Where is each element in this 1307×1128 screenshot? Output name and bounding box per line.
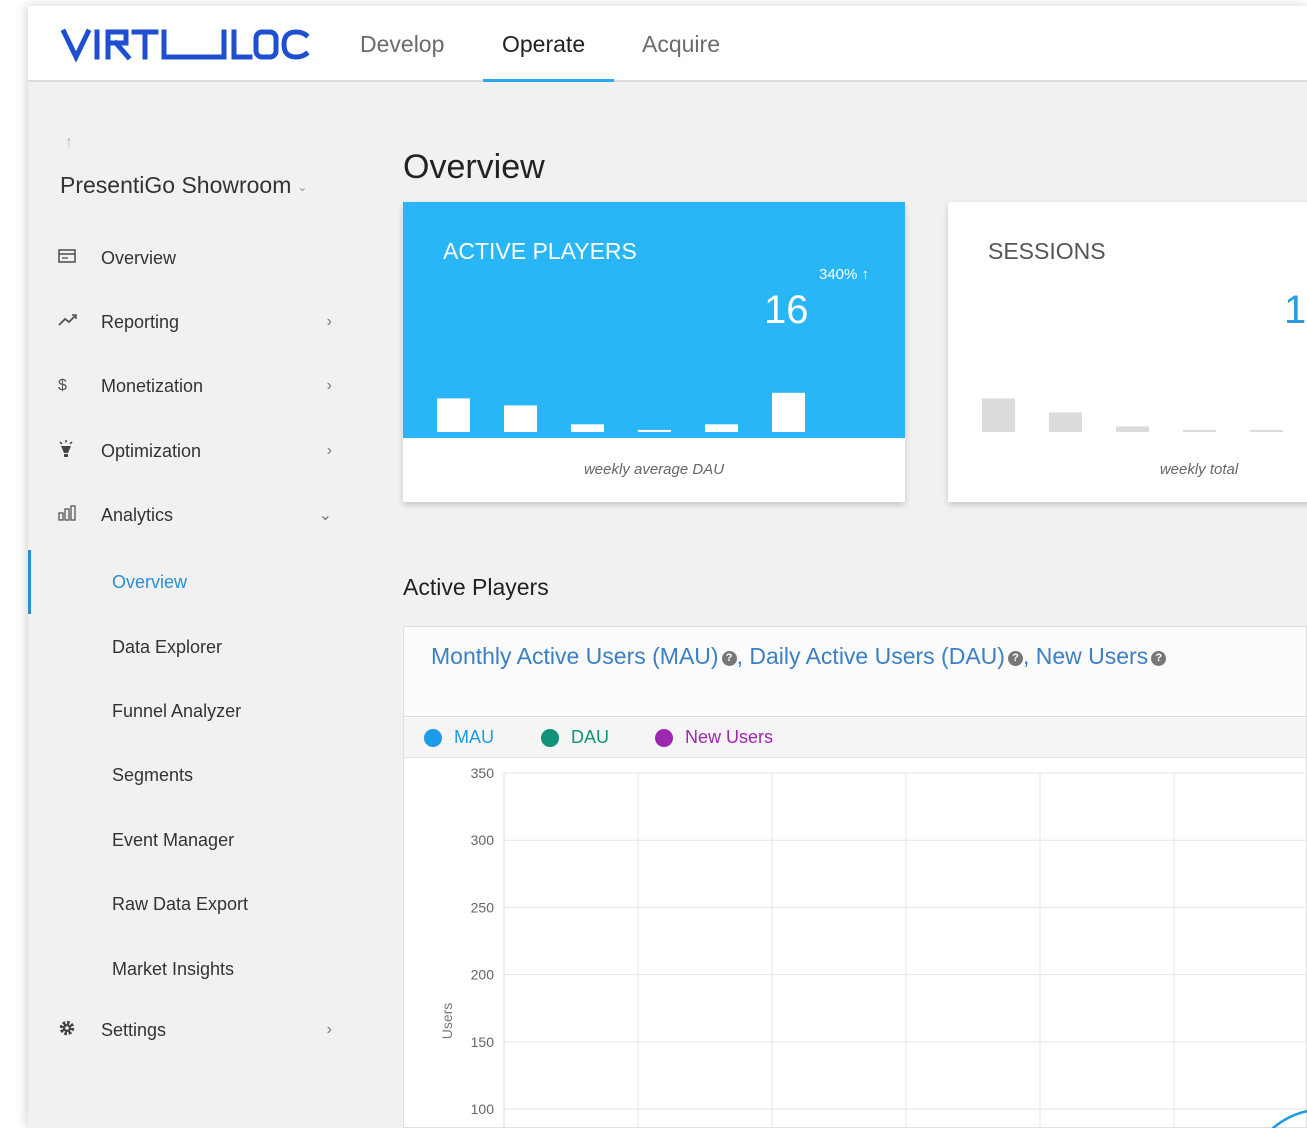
back-arrow-icon[interactable]: ↑	[65, 134, 73, 152]
legend-dot	[541, 728, 559, 747]
chart-title-new-users: New Users	[1035, 643, 1149, 669]
sessions-sparkbars	[982, 398, 1283, 432]
active-players-card[interactable]: ACTIVE PLAYERS 340% ↑ 16 weekly average …	[403, 202, 905, 502]
card-footer: weekly average DAU	[583, 461, 725, 478]
sidebar-item-label: Overview	[101, 247, 177, 268]
y-tick-label: 150	[471, 1034, 495, 1050]
chart-title-mau: Monthly Active Users (MAU)	[431, 643, 719, 669]
trend-icon	[28, 313, 101, 332]
spark-bar	[571, 424, 604, 432]
spark-bar	[1116, 426, 1149, 432]
sidebar-item-label: Reporting	[101, 311, 180, 332]
chart-title: Monthly Active Users (MAU)?, Daily Activ…	[431, 643, 1167, 670]
sidebar-subitem-raw-data-export[interactable]: Raw Data Export	[112, 884, 248, 924]
legend-item-dau[interactable]: DAU	[541, 727, 609, 748]
sidebar-item-optimization[interactable]: Optimization ›	[28, 431, 348, 471]
sidebar-subitem-segments[interactable]: Segments	[112, 755, 193, 795]
chevron-down-icon: ⌄	[318, 507, 332, 524]
y-axis-label: Users	[439, 1003, 455, 1040]
chevron-right-icon: ›	[326, 442, 332, 459]
page-title: Overview	[403, 148, 545, 186]
mau-series-line	[1271, 1109, 1307, 1128]
y-tick-label: 350	[471, 765, 495, 781]
tab-develop[interactable]: Develop	[360, 30, 444, 58]
legend-item-new-users[interactable]: New Users	[655, 727, 773, 748]
sidebar-item-label: Monetization	[101, 375, 204, 396]
legend-label: MAU	[454, 727, 494, 747]
card-footer: weekly total	[1159, 461, 1239, 478]
spark-bar	[1250, 429, 1283, 432]
tab-operate[interactable]: Operate	[502, 30, 585, 58]
chart-header: Monthly Active Users (MAU)?, Daily Activ…	[404, 627, 1306, 717]
active-players-chart-panel: Monthly Active Users (MAU)?, Daily Activ…	[403, 626, 1307, 1128]
sidebar-subitem-funnel-analyzer[interactable]: Funnel Analyzer	[112, 691, 241, 731]
dollar-icon: $	[58, 377, 67, 394]
brand-logo[interactable]	[60, 24, 310, 64]
line-chart-plot: 350 300 250 200 150 100 Users	[439, 765, 1307, 1128]
logo-wordmark	[60, 28, 310, 63]
top-navigation: Develop Operate Acquire	[28, 6, 1307, 82]
help-icon[interactable]: ?	[1007, 651, 1023, 666]
legend-dot	[424, 728, 442, 747]
sidebar: ↑ PresentiGo Showroom ⌄ Overview Reportin…	[28, 84, 368, 1128]
spark-bar	[772, 392, 805, 432]
sidebar-subitem-market-insights[interactable]: Market Insights	[112, 949, 234, 989]
sidebar-item-monetization[interactable]: $ Monetization ›	[28, 366, 348, 406]
bar-chart-icon	[28, 504, 101, 526]
sidebar-subitem-data-explorer[interactable]: Data Explorer	[112, 627, 222, 667]
chevron-right-icon: ›	[326, 1021, 332, 1038]
spark-bar	[705, 424, 738, 432]
y-tick-label: 250	[471, 899, 495, 915]
spark-bar	[982, 398, 1015, 432]
sidebar-item-reporting[interactable]: Reporting ›	[28, 302, 348, 342]
sidebar-item-settings[interactable]: Settings ›	[28, 1010, 348, 1050]
project-name: PresentiGo Showroom	[60, 172, 292, 198]
legend-dot	[655, 728, 673, 747]
spark-bar	[638, 429, 671, 432]
spark-bar	[437, 398, 470, 432]
y-tick-label: 200	[471, 967, 495, 983]
lightbulb-icon	[28, 439, 101, 463]
section-title-active-players: Active Players	[403, 574, 549, 600]
gear-icon	[28, 1019, 101, 1042]
legend-item-mau[interactable]: MAU	[424, 727, 494, 748]
sidebar-subitem-event-manager[interactable]: Event Manager	[112, 820, 234, 860]
sidebar-item-label: Analytics	[101, 504, 174, 525]
chart-title-dau: Daily Active Users (DAU)	[749, 643, 1005, 669]
active-tab-indicator	[483, 79, 614, 82]
legend-label: DAU	[571, 727, 610, 747]
chevron-right-icon: ›	[326, 313, 332, 330]
y-tick-label: 300	[471, 832, 495, 848]
sidebar-item-analytics[interactable]: Analytics ⌄	[28, 495, 348, 535]
spark-bar	[504, 405, 537, 432]
y-tick-label: 100	[471, 1101, 495, 1117]
tab-acquire[interactable]: Acquire	[642, 30, 720, 58]
sidebar-item-overview[interactable]: Overview	[28, 238, 348, 278]
sessions-card[interactable]: SESSIONS 1 weekly total	[948, 202, 1307, 502]
spark-bar	[1183, 429, 1216, 432]
sidebar-item-label: Optimization	[101, 440, 202, 461]
help-icon[interactable]: ?	[721, 651, 737, 666]
project-selector[interactable]: PresentiGo Showroom ⌄	[60, 172, 307, 199]
chevron-down-icon: ⌄	[297, 179, 308, 194]
sidebar-item-label: Settings	[101, 1019, 167, 1040]
active-item-indicator	[28, 550, 31, 614]
app-frame: Develop Operate Acquire ↑ PresentiGo Sho…	[28, 6, 1307, 1128]
card-icon	[28, 248, 101, 268]
legend-label: New Users	[685, 727, 774, 747]
chart-legend: MAU DAU New Users	[404, 718, 1306, 758]
help-icon[interactable]: ?	[1151, 651, 1167, 666]
chevron-right-icon: ›	[326, 377, 332, 394]
active-players-sparkbars	[437, 392, 805, 432]
sidebar-subitem-overview[interactable]: Overview	[112, 562, 187, 602]
spark-bar	[1049, 412, 1082, 432]
